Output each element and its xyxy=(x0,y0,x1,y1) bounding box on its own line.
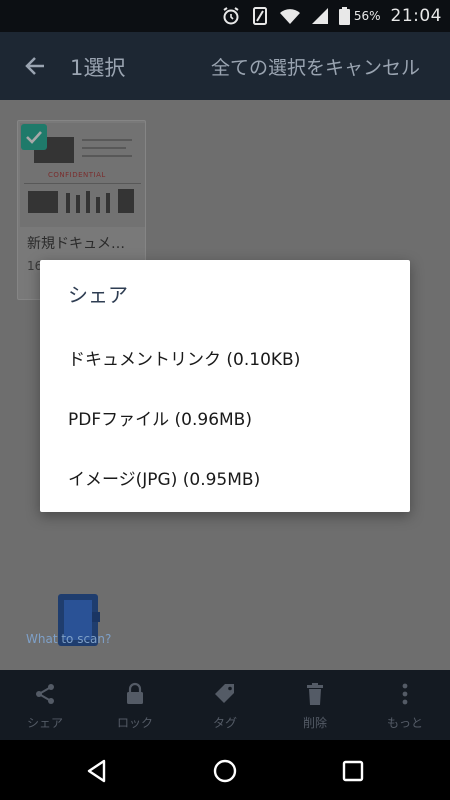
toolbar-lock-label: ロック xyxy=(116,716,153,730)
toolbar-delete-label: 削除 xyxy=(302,716,327,730)
more-vert-icon xyxy=(393,682,417,710)
what-to-scan-label: What to scan? xyxy=(26,632,112,646)
document-title: 新規ドキュメ… xyxy=(27,236,125,252)
toolbar-share-button[interactable]: シェア xyxy=(0,670,90,740)
status-icons: 56% 21:04 xyxy=(221,0,442,32)
vibrate-icon xyxy=(251,6,269,26)
signal-icon xyxy=(311,7,329,25)
toolbar-share-label: シェア xyxy=(26,716,63,730)
toolbar-more-label: もっと xyxy=(386,716,423,730)
cancel-all-selection-button[interactable]: 全ての選択をキャンセル xyxy=(211,53,420,80)
alarm-icon xyxy=(221,6,241,26)
bottom-toolbar: シェア ロック タグ 削除 もっと xyxy=(0,670,450,740)
battery-icon xyxy=(338,7,350,25)
back-arrow-icon[interactable] xyxy=(22,52,50,80)
status-bar: 56% 21:04 xyxy=(0,0,450,32)
wifi-icon xyxy=(279,7,301,25)
toolbar-tag-button[interactable]: タグ xyxy=(180,670,270,740)
status-time: 21:04 xyxy=(390,6,442,26)
share-dialog: シェア ドキュメントリンク (0.10KB) PDFファイル (0.96MB) … xyxy=(40,260,410,512)
toolbar-tag-label: タグ xyxy=(212,716,237,730)
toolbar-lock-button[interactable]: ロック xyxy=(90,670,180,740)
selection-count: 1選択 xyxy=(70,56,126,80)
what-to-scan-helper[interactable]: What to scan? xyxy=(26,594,136,654)
thumbnail-text: CONFIDENTIAL xyxy=(48,171,106,179)
tag-icon xyxy=(213,682,237,710)
nav-back-icon[interactable] xyxy=(84,758,110,788)
app-bar: 1選択 全ての選択をキャンセル xyxy=(0,32,450,100)
share-option-document-link[interactable]: ドキュメントリンク (0.10KB) xyxy=(68,345,300,370)
battery-percent: 56% xyxy=(353,9,381,23)
share-option-jpg[interactable]: イメージ(JPG) (0.95MB) xyxy=(68,465,260,490)
trash-icon xyxy=(303,682,327,710)
dialog-title: シェア xyxy=(68,283,128,307)
share-option-pdf[interactable]: PDFファイル (0.96MB) xyxy=(68,405,252,430)
selected-check-icon[interactable] xyxy=(21,124,47,150)
lock-icon xyxy=(123,682,147,710)
share-icon xyxy=(33,682,57,710)
toolbar-more-button[interactable]: もっと xyxy=(360,670,450,740)
system-nav-bar xyxy=(0,740,450,800)
toolbar-delete-button[interactable]: 削除 xyxy=(270,670,360,740)
nav-recents-icon[interactable] xyxy=(340,758,366,788)
nav-home-icon[interactable] xyxy=(212,758,238,788)
